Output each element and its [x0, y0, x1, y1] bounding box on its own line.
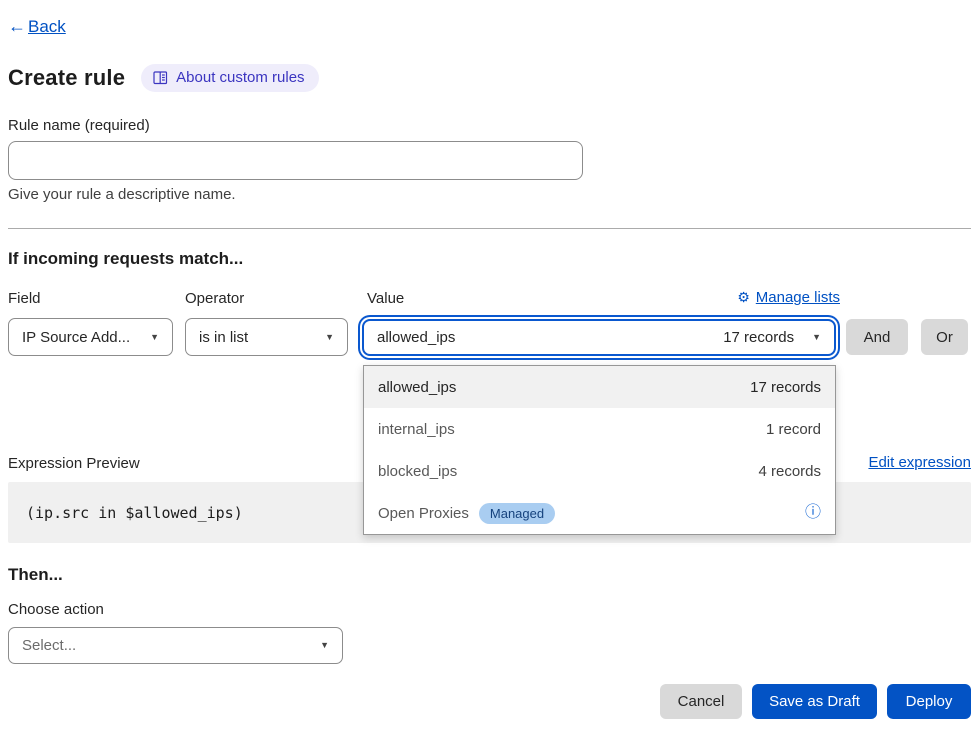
list-name: internal_ips: [378, 421, 455, 438]
deploy-button[interactable]: Deploy: [887, 684, 971, 719]
about-badge-label: About custom rules: [176, 69, 304, 86]
book-icon: [153, 71, 168, 85]
create-rule-page: ←Back Create rule About custom rules Rul…: [0, 0, 979, 739]
list-record-count: 4 records: [758, 463, 821, 480]
action-select[interactable]: Select... ▼: [8, 627, 343, 664]
back-label: Back: [28, 17, 66, 37]
or-button[interactable]: Or: [921, 319, 968, 355]
chevron-down-icon: ▼: [325, 333, 334, 342]
save-as-draft-button[interactable]: Save as Draft: [752, 684, 877, 719]
and-button[interactable]: And: [846, 319, 908, 355]
list-item-allowed-ips[interactable]: allowed_ips 17 records: [364, 366, 835, 408]
page-title: Create rule: [8, 65, 125, 91]
list-item-blocked-ips[interactable]: blocked_ips 4 records: [364, 450, 835, 492]
cancel-button[interactable]: Cancel: [660, 684, 742, 719]
value-select-records: 17 records: [723, 329, 794, 346]
gear-icon: ⚙: [737, 289, 750, 306]
expression-preview-label: Expression Preview: [8, 455, 140, 472]
rule-name-helper: Give your rule a descriptive name.: [8, 186, 236, 203]
about-custom-rules-link[interactable]: About custom rules: [141, 64, 318, 92]
managed-badge: Managed: [479, 503, 555, 524]
value-select-selected: allowed_ips: [377, 329, 455, 346]
operator-select[interactable]: is in list ▼: [185, 318, 348, 356]
field-select-value: IP Source Add...: [22, 329, 130, 346]
action-select-placeholder: Select...: [22, 637, 76, 654]
value-label: Value: [367, 290, 404, 307]
section-divider: [8, 228, 971, 229]
list-record-count: 1 record: [766, 421, 821, 438]
expression-code: (ip.src in $allowed_ips): [8, 504, 243, 522]
back-arrow-icon: ←: [8, 16, 26, 37]
info-icon[interactable]: ⓘ: [805, 505, 821, 521]
then-section-heading: Then...: [8, 565, 63, 585]
value-select[interactable]: allowed_ips 17 records ▼: [362, 319, 836, 356]
list-record-count: 17 records: [750, 379, 821, 396]
chevron-down-icon: ▼: [150, 333, 159, 342]
operator-select-value: is in list: [199, 329, 248, 346]
field-label: Field: [8, 290, 41, 307]
list-item-internal-ips[interactable]: internal_ips 1 record: [364, 408, 835, 450]
chevron-down-icon: ▼: [320, 641, 329, 650]
list-name: Open Proxies: [378, 505, 469, 522]
rule-name-input[interactable]: [8, 141, 583, 180]
manage-lists-link[interactable]: ⚙ Manage lists: [737, 289, 840, 306]
list-name: blocked_ips: [378, 463, 457, 480]
field-select[interactable]: IP Source Add... ▼: [8, 318, 173, 356]
rule-name-label: Rule name (required): [8, 117, 150, 134]
chevron-down-icon: ▼: [812, 333, 821, 342]
operator-label: Operator: [185, 290, 244, 307]
page-header: Create rule About custom rules: [8, 64, 319, 92]
value-dropdown-menu: allowed_ips 17 records internal_ips 1 re…: [363, 365, 836, 535]
choose-action-label: Choose action: [8, 601, 104, 618]
list-item-open-proxies[interactable]: Open Proxies Managed ⓘ: [364, 492, 835, 534]
edit-expression-link[interactable]: Edit expression: [868, 454, 971, 471]
manage-lists-label: Manage lists: [756, 289, 840, 306]
match-section-heading: If incoming requests match...: [8, 249, 243, 269]
back-link[interactable]: ←Back: [8, 16, 66, 37]
list-name: allowed_ips: [378, 379, 456, 396]
